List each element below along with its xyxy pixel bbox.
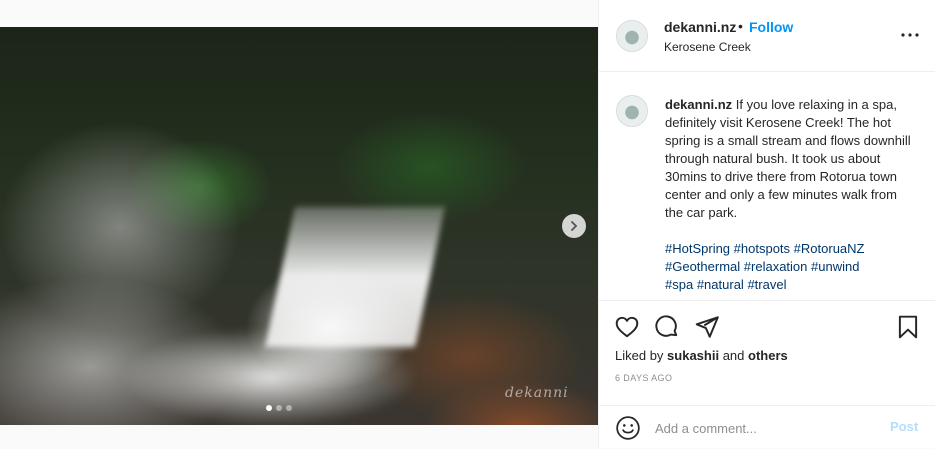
caption-text: If you love relaxing in a spa, definitel… bbox=[665, 97, 911, 220]
hashtag-link[interactable]: #natural bbox=[697, 277, 744, 292]
hashtag-link[interactable]: #hotspots bbox=[734, 241, 790, 256]
post-side-panel: dekanni.nz • Follow Kerosene Creek dekan… bbox=[598, 0, 935, 448]
post-header: dekanni.nz • Follow Kerosene Creek bbox=[599, 0, 935, 72]
hashtag-link[interactable]: #relaxation bbox=[744, 259, 808, 274]
photo-watermark: dekanni bbox=[505, 385, 569, 401]
likes-prefix: Liked by bbox=[615, 348, 668, 363]
comment-input[interactable] bbox=[655, 417, 875, 439]
share-button[interactable] bbox=[694, 314, 720, 340]
likes-and: and bbox=[719, 348, 748, 363]
follow-button[interactable]: Follow bbox=[749, 19, 793, 35]
next-slide-button[interactable] bbox=[562, 214, 586, 238]
instagram-post-view: dekanni dekanni.nz • Follow Kerosene Cre… bbox=[0, 0, 935, 448]
photo-waterfall bbox=[265, 207, 445, 347]
slide-dot bbox=[266, 405, 272, 411]
avatar[interactable] bbox=[616, 95, 648, 127]
hashtag-link[interactable]: #spa bbox=[665, 277, 693, 292]
post-actions: Liked by sukashii and others 6 DAYS AGO … bbox=[599, 300, 935, 448]
emoji-button[interactable] bbox=[615, 415, 641, 441]
more-options-button[interactable] bbox=[899, 24, 921, 46]
slide-dot bbox=[286, 405, 292, 411]
header-separator: • bbox=[738, 18, 743, 34]
chevron-right-icon bbox=[571, 221, 578, 231]
hashtag-link[interactable]: #unwind bbox=[811, 259, 859, 274]
share-icon bbox=[695, 316, 719, 338]
bookmark-icon bbox=[898, 315, 918, 339]
avatar[interactable] bbox=[616, 20, 648, 52]
like-button[interactable] bbox=[614, 314, 640, 340]
slide-indicator bbox=[266, 405, 292, 411]
save-button[interactable] bbox=[895, 314, 921, 340]
post-comment-button[interactable]: Post bbox=[890, 419, 918, 434]
hashtag-link[interactable]: #HotSpring bbox=[665, 241, 730, 256]
caption-username[interactable]: dekanni.nz bbox=[665, 97, 732, 112]
likes-others-link[interactable]: others bbox=[748, 348, 788, 363]
hashtag-list: #HotSpring #hotspots #RotoruaNZ #Geother… bbox=[665, 240, 915, 294]
add-comment-bar: Post bbox=[599, 405, 935, 449]
emoji-icon bbox=[616, 416, 640, 440]
comment-button[interactable] bbox=[654, 314, 680, 340]
header-username[interactable]: dekanni.nz bbox=[664, 19, 736, 35]
likes-summary: Liked by sukashii and others bbox=[615, 348, 788, 363]
hashtag-link[interactable]: #travel bbox=[747, 277, 786, 292]
location-link[interactable]: Kerosene Creek bbox=[664, 40, 751, 54]
comments-section: dekanni.nz If you love relaxing in a spa… bbox=[599, 72, 935, 300]
post-photo[interactable]: dekanni bbox=[0, 27, 598, 425]
heart-icon bbox=[615, 316, 639, 338]
post-timestamp[interactable]: 6 DAYS AGO bbox=[615, 373, 672, 383]
hashtag-link[interactable]: #Geothermal bbox=[665, 259, 740, 274]
hashtag-link[interactable]: #RotoruaNZ bbox=[794, 241, 865, 256]
slide-dot bbox=[276, 405, 282, 411]
more-horizontal-icon bbox=[901, 33, 919, 37]
post-caption: dekanni.nz If you love relaxing in a spa… bbox=[665, 96, 915, 294]
comment-icon bbox=[655, 315, 678, 337]
liked-by-user-link[interactable]: sukashii bbox=[667, 348, 719, 363]
